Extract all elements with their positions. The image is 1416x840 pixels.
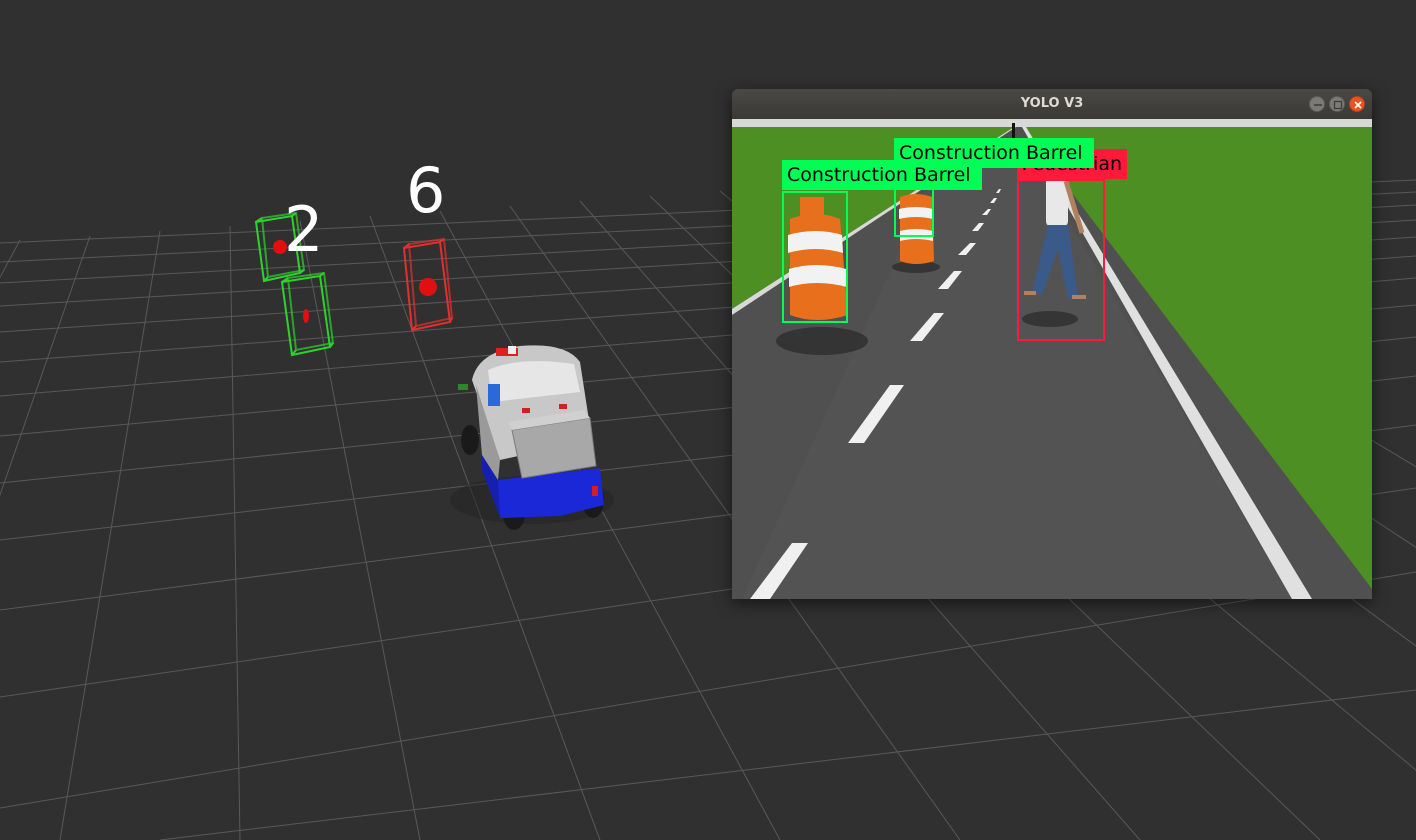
camera-feed-image: Pedestrian Construction Barrel Construct…	[732, 119, 1372, 599]
tracked-object-centroid	[303, 309, 309, 323]
detection-box-construction-barrel	[782, 191, 848, 323]
close-button[interactable]	[1349, 96, 1365, 112]
track-id-label: 6	[406, 154, 445, 227]
minimize-button[interactable]	[1309, 96, 1325, 112]
yolo-detection-window[interactable]: YOLO V3 Construction Barrel Construction…	[732, 89, 1372, 599]
maximize-button[interactable]	[1329, 96, 1345, 112]
minimize-icon	[1314, 104, 1322, 106]
window-titlebar[interactable]: YOLO V3	[732, 89, 1372, 120]
detection-label-construction-barrel: Construction Barrel	[782, 160, 982, 190]
ego-vehicle-model	[450, 345, 614, 530]
close-icon	[1354, 101, 1362, 109]
maximize-icon	[1333, 100, 1343, 110]
window-title: YOLO V3	[1020, 96, 1084, 111]
track-id-label: 2	[284, 193, 323, 266]
tracked-object-centroid	[419, 278, 437, 296]
detection-box-pedestrian	[1017, 179, 1105, 341]
